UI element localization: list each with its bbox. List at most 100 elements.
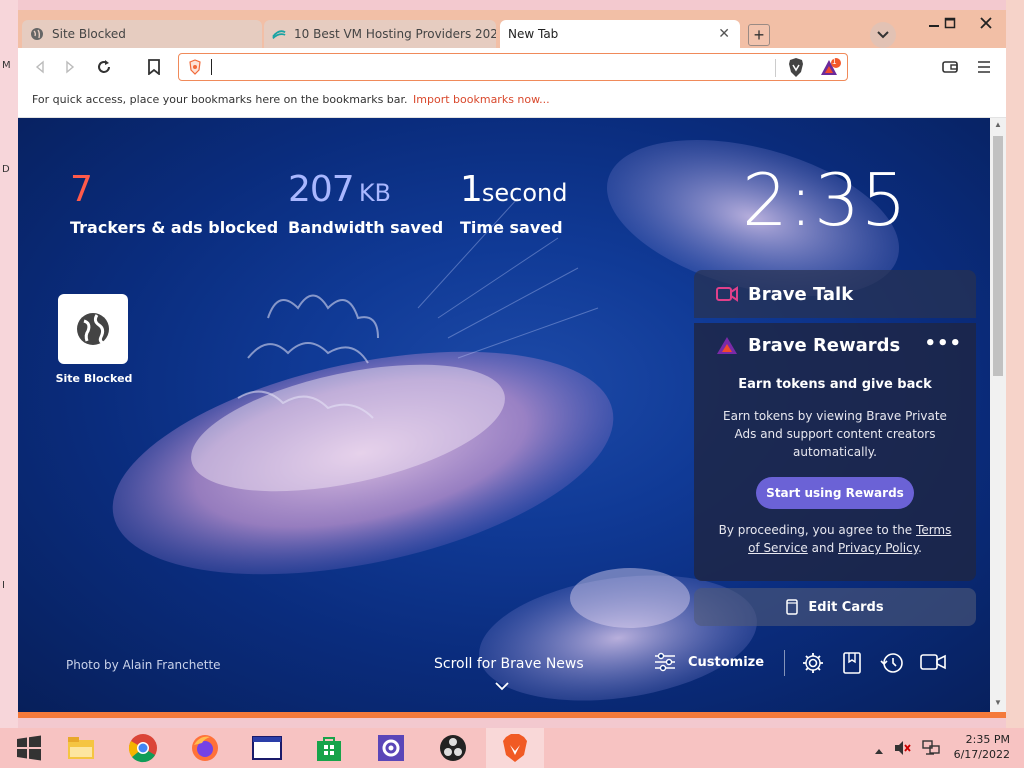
tab-site-blocked[interactable]: Site Blocked	[22, 20, 262, 48]
wallet-button[interactable]	[940, 57, 960, 77]
brave-browser-button[interactable]	[486, 728, 544, 768]
brave-site-icon	[187, 59, 203, 80]
stat-label: Trackers & ads blocked	[70, 218, 279, 237]
stat-label: Bandwidth saved	[288, 218, 444, 237]
desktop-icon-fragment: I	[2, 580, 5, 591]
brave-talk-icon[interactable]	[920, 652, 946, 672]
stat-unit: KB	[358, 179, 392, 207]
tab-title: New Tab	[508, 27, 559, 41]
settings-app-button[interactable]	[362, 728, 420, 768]
text-caret	[211, 59, 212, 75]
privacy-policy-link[interactable]: Privacy Policy	[838, 541, 918, 555]
browser-window: Site Blocked 10 Best VM Hosting Provider…	[18, 10, 1006, 718]
edit-cards-label: Edit Cards	[808, 599, 884, 615]
history-icon[interactable]	[880, 652, 904, 674]
store-icon	[317, 737, 341, 761]
bookmark-button[interactable]	[144, 57, 164, 77]
brave-talk-title: Brave Talk	[748, 283, 854, 305]
chevron-down-icon[interactable]	[494, 678, 510, 696]
rewards-terms: By proceeding, you agree to the Terms of…	[714, 521, 956, 557]
obs-button[interactable]	[424, 728, 482, 768]
volume-muted-icon[interactable]	[894, 740, 912, 761]
windows-logo-icon	[17, 735, 41, 761]
wallet-icon	[942, 61, 958, 73]
reload-button[interactable]	[94, 57, 114, 77]
menu-button[interactable]	[974, 57, 994, 77]
stat-unit: second	[481, 179, 568, 207]
bookmarks-bar: For quick access, place your bookmarks h…	[18, 86, 1006, 118]
window-icon	[252, 736, 282, 760]
start-rewards-button[interactable]: Start using Rewards	[756, 477, 914, 509]
forward-button[interactable]	[60, 57, 80, 77]
site-favicon-icon	[272, 27, 286, 41]
top-site-tile[interactable]	[58, 294, 128, 364]
rewards-subtitle: Earn tokens and give back	[738, 377, 932, 392]
stat-time: 1second Time saved	[460, 169, 568, 238]
back-icon	[35, 60, 44, 74]
network-icon[interactable]	[922, 740, 940, 761]
terms-prefix: By proceeding, you agree to the	[718, 523, 913, 537]
gear-icon	[378, 735, 404, 761]
chrome-button[interactable]	[114, 728, 172, 768]
terms-suffix: .	[918, 541, 922, 555]
rewards-description: Earn tokens by viewing Brave Private Ads…	[723, 409, 947, 459]
back-button[interactable]	[30, 57, 50, 77]
customize-label: Customize	[688, 654, 765, 670]
clock-tray[interactable]: 2:35 PM 6/17/2022	[954, 732, 1010, 762]
brave-lion-icon	[503, 734, 527, 762]
rewards-badge: 1	[832, 57, 837, 66]
forward-icon	[66, 60, 75, 74]
scroll-up-icon[interactable]: ▲	[994, 120, 1002, 129]
tab-search-button[interactable]	[870, 22, 896, 48]
sliders-icon	[654, 652, 676, 672]
firefox-button[interactable]	[176, 728, 234, 768]
bookmarks-hint: For quick access, place your bookmarks h…	[32, 93, 408, 106]
show-hidden-icons-icon[interactable]	[874, 742, 884, 760]
address-bar[interactable]: 1	[178, 53, 848, 81]
new-tab-button[interactable]: +	[748, 24, 770, 46]
start-button[interactable]	[0, 728, 58, 768]
stat-value: 1	[460, 169, 483, 210]
file-explorer-button[interactable]	[52, 728, 110, 768]
close-icon	[980, 17, 992, 29]
scroll-down-icon[interactable]: ▼	[994, 698, 1002, 707]
maximize-icon	[944, 17, 956, 29]
video-camera-icon	[716, 286, 738, 302]
stat-bandwidth: 207 KB Bandwidth saved	[288, 170, 444, 238]
more-options-icon[interactable]: •••	[924, 333, 962, 354]
edit-cards-button[interactable]: Edit Cards	[694, 588, 976, 626]
globe-icon	[77, 313, 109, 345]
reload-icon	[98, 60, 110, 73]
scroll-for-news[interactable]: Scroll for Brave News	[434, 656, 584, 672]
close-window-button[interactable]	[970, 12, 1002, 34]
brave-talk-card[interactable]: Brave Talk	[694, 270, 976, 318]
tab-vm-hosting[interactable]: 10 Best VM Hosting Providers 2022 – I	[264, 20, 496, 48]
settings-gear-icon[interactable]	[802, 652, 824, 674]
stat-value: 7	[70, 169, 93, 210]
window-app-button[interactable]	[238, 728, 296, 768]
tray-date: 6/17/2022	[953, 748, 1010, 761]
folder-icon	[68, 737, 94, 759]
chrome-icon	[128, 734, 157, 763]
stat-trackers: 7 Trackers & ads blocked	[70, 169, 279, 238]
brave-shields-icon[interactable]	[787, 58, 805, 83]
bookmark-icon	[148, 59, 160, 75]
system-tray	[874, 740, 940, 761]
taskbar: 2:35 PM 6/17/2022	[0, 728, 1024, 768]
cards-icon	[786, 599, 799, 615]
tab-new-tab[interactable]: New Tab ✕	[500, 20, 740, 48]
obs-icon	[440, 735, 466, 761]
tab-title: 10 Best VM Hosting Providers 2022 – I	[294, 27, 496, 41]
desktop-icon-fragment: D	[2, 164, 10, 175]
scrollbar-thumb[interactable]	[993, 136, 1003, 376]
store-button[interactable]	[300, 728, 358, 768]
maximize-button[interactable]	[934, 12, 966, 34]
bookmarks-icon[interactable]	[842, 652, 862, 674]
scrollbar[interactable]: ▲ ▼	[990, 118, 1006, 712]
brave-rewards-icon[interactable]: 1	[819, 57, 841, 83]
customize-button[interactable]: Customize	[654, 652, 764, 672]
close-tab-icon[interactable]: ✕	[718, 26, 730, 42]
import-bookmarks-link[interactable]: Import bookmarks now...	[413, 93, 550, 106]
plus-icon: +	[753, 24, 765, 45]
terms-and: and	[811, 541, 835, 555]
